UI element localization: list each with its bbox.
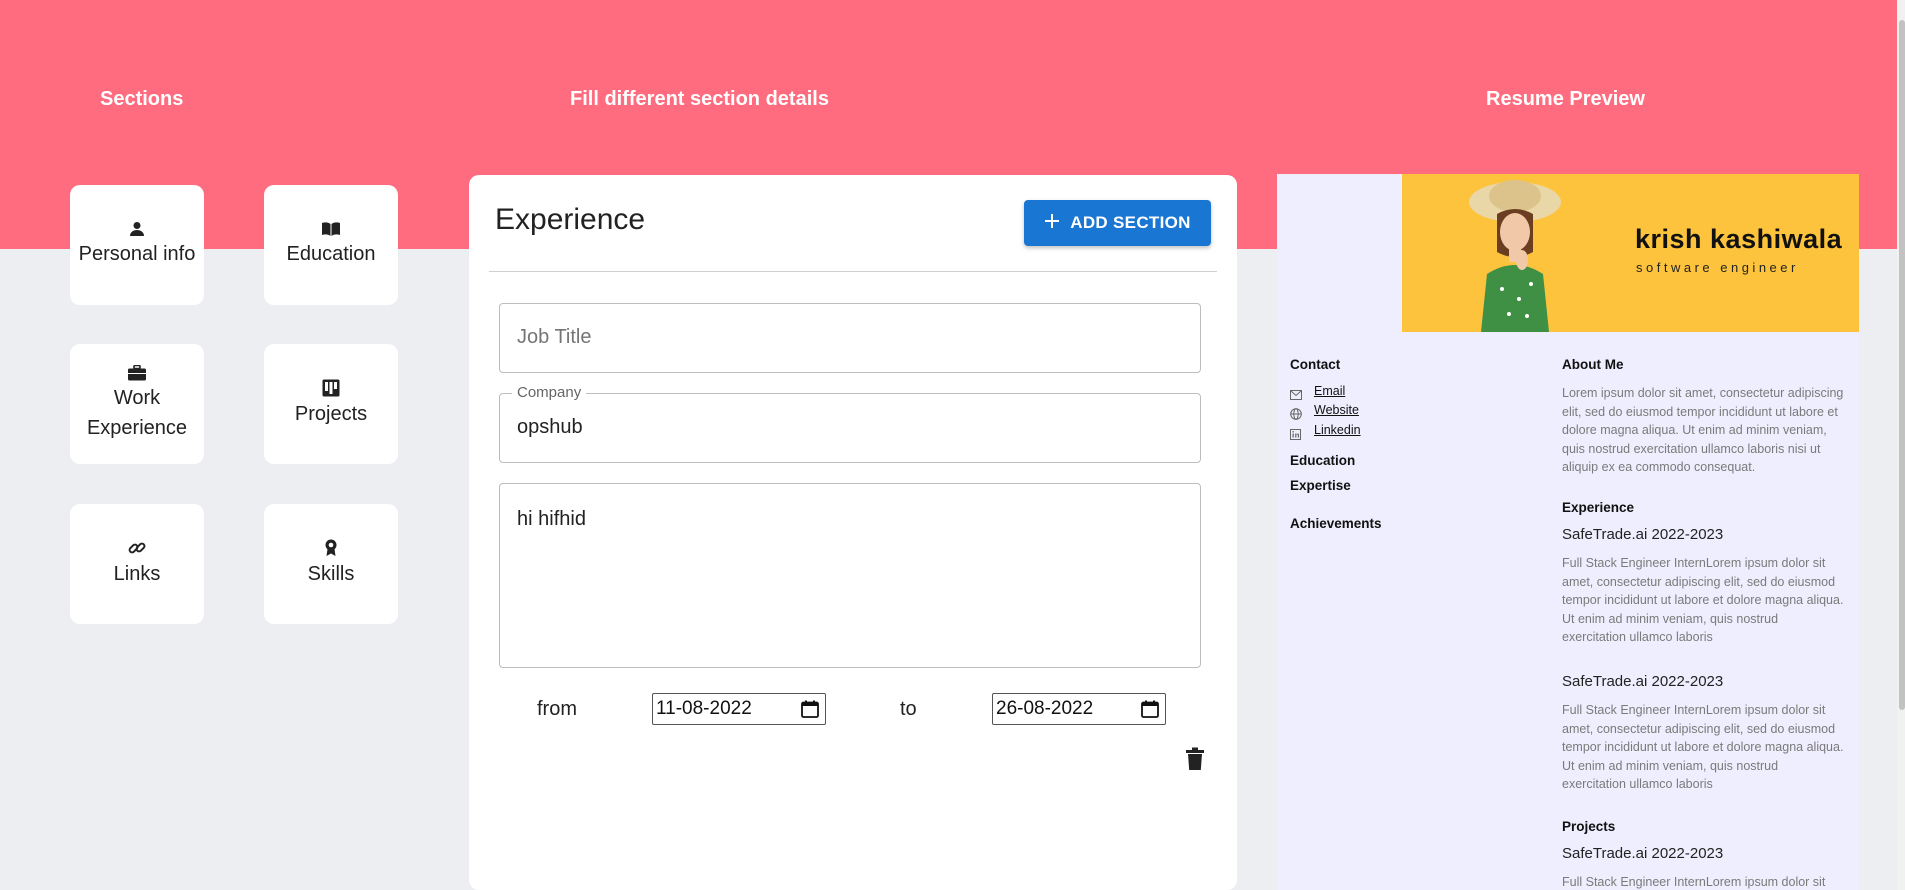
description-field[interactable]: hi hifhid [499,483,1201,668]
award-icon [324,539,338,559]
linkedin-icon [1290,427,1301,445]
achievements-heading: Achievements [1290,516,1382,531]
job-title-placeholder: Job Title [517,326,592,348]
contact-heading: Contact [1290,357,1341,372]
add-section-button[interactable]: ADD SECTION [1024,200,1211,246]
section-card-label: Skills [307,563,355,585]
experience-job-title: SafeTrade.ai 2022-2023 [1562,526,1724,543]
resume-preview: krish kashiwala software engineer Contac… [1277,174,1859,890]
experience-job-text: Full Stack Engineer InternLorem ipsum do… [1562,556,1844,644]
resume-role: software engineer [1636,260,1799,275]
divider [489,271,1217,272]
calendar-icon[interactable] [801,700,819,724]
expertise-heading: Expertise [1290,478,1351,493]
plus-icon [1044,213,1060,234]
from-label: from [537,698,577,720]
company-label: Company [512,384,587,401]
section-card-label: Projects [294,403,368,425]
section-card-links[interactable]: Links [70,504,204,624]
experience-job-text: Full Stack Engineer InternLorem ipsum do… [1562,703,1844,791]
link-icon [128,539,146,559]
delete-icon[interactable] [1185,747,1205,776]
resume-name: krish kashiwala [1635,224,1843,254]
form-title: Experience [495,203,646,236]
section-card-education[interactable]: Education [264,185,398,305]
project-title: SafeTrade.ai 2022-2023 [1562,845,1724,862]
description-value: hi hifhid [517,508,586,530]
projects-heading: Projects [1562,819,1616,834]
add-section-label: ADD SECTION [1070,213,1191,232]
section-card-projects[interactable]: Projects [264,344,398,464]
briefcase-icon [127,365,147,383]
section-card-label: Links [113,563,161,585]
profile-photo [1469,180,1561,332]
project-text: Full Stack Engineer InternLorem ipsum do… [1562,875,1826,889]
resume-banner: krish kashiwala software engineer [1402,174,1859,332]
person-icon [129,221,145,239]
book-icon [321,221,341,239]
form-panel: Experience ADD SECTION Job Title Company… [469,175,1237,890]
section-card-label-line2: Experience [86,417,188,439]
calendar-icon[interactable] [1141,700,1159,724]
scrollbar-thumb[interactable] [1899,20,1905,710]
projects-icon [322,379,340,399]
to-date-input[interactable]: 26-08-2022 [992,693,1166,725]
preview-heading: Resume Preview [1486,88,1645,110]
mail-icon [1290,387,1302,405]
education-heading: Education [1290,453,1356,468]
from-date-value: 11-08-2022 [656,698,752,719]
company-value: opshub [517,416,583,438]
experience-job-title: SafeTrade.ai 2022-2023 [1562,673,1724,690]
globe-icon [1290,407,1302,425]
experience-heading: Experience [1562,500,1635,515]
section-card-label-line1: Work [113,387,161,409]
about-heading: About Me [1562,357,1624,372]
section-card-label: Education [286,243,376,265]
sections-heading: Sections [100,88,184,110]
section-card-work-experience[interactable]: Work Experience [70,344,204,464]
to-date-value: 26-08-2022 [996,698,1094,719]
form-heading: Fill different section details [570,88,829,110]
contact-link-website[interactable]: Website [1314,403,1359,417]
contact-link-email[interactable]: Email [1314,384,1345,398]
to-label: to [900,698,917,720]
about-text: Lorem ipsum dolor sit amet, consectetur … [1562,386,1844,474]
job-title-field[interactable]: Job Title [499,303,1201,373]
section-card-personal-info[interactable]: Personal info [70,185,204,305]
section-card-label: Personal info [78,243,196,265]
contact-link-linkedin[interactable]: Linkedin [1314,423,1361,437]
section-card-skills[interactable]: Skills [264,504,398,624]
company-field[interactable]: Company opshub [499,384,1201,463]
from-date-input[interactable]: 11-08-2022 [652,693,826,725]
